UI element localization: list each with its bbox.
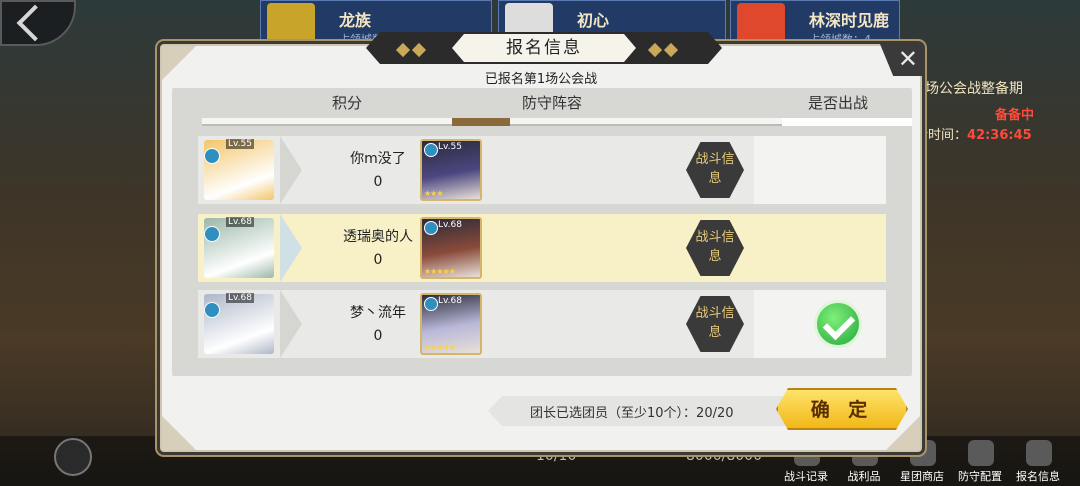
class-icon <box>424 297 438 311</box>
battle-info-label: 战斗信息 <box>695 306 735 340</box>
defense-icon <box>968 440 994 466</box>
battle-info-label: 战斗信息 <box>695 152 735 186</box>
partial-row <box>202 118 912 126</box>
hero-level: Lv.68 <box>438 296 462 306</box>
remaining-time: 余时间：42:36:45 <box>915 128 1032 143</box>
defense-hero[interactable]: Lv.68 ★★★★★ <box>420 293 482 355</box>
menu-item-signup[interactable]: 报名信息 <box>1012 440 1064 486</box>
battle-info-button[interactable]: 战斗信息 <box>686 220 744 276</box>
signup-icon <box>1026 440 1052 466</box>
table-row[interactable]: Lv.68 梦丶流年 0 Lv.68 ★★★★★ 战斗信息 <box>198 290 886 358</box>
battle-info-button[interactable]: 战斗信息 <box>686 142 744 198</box>
member-avatar[interactable]: Lv.68 <box>198 290 280 358</box>
star-rating: ★★★★★ <box>424 267 456 276</box>
war-prep-label: 场公会战整备期 <box>925 81 1023 97</box>
war-status: 备备中 <box>995 108 1035 123</box>
confirm-label: 确 定 <box>810 399 874 421</box>
ornament-icon <box>647 40 690 58</box>
guild-emblem-icon <box>737 3 785 43</box>
guild-card: 林深时见鹿 占领城数：4 <box>730 0 900 46</box>
selected-cell[interactable] <box>754 214 886 282</box>
confirm-button[interactable]: 确 定 <box>776 388 908 430</box>
battle-info-button[interactable]: 战斗信息 <box>686 296 744 352</box>
star-rating: ★★★★★ <box>424 343 456 352</box>
guild-name: 初心 <box>577 11 610 30</box>
guild-emblem-icon <box>267 3 315 43</box>
header-defense: 防守阵容 <box>522 94 583 112</box>
menu-item-defense[interactable]: 防守配置 <box>954 440 1006 486</box>
selected-count-label: 团长已选团员（至少10个）：20/20 <box>530 406 734 421</box>
member-avatar[interactable]: Lv.68 <box>198 214 280 282</box>
member-level: Lv.68 <box>226 217 254 227</box>
chat-icon[interactable] <box>54 438 92 476</box>
check-icon[interactable] <box>814 300 862 348</box>
class-icon <box>204 226 220 242</box>
guild-name: 龙族 <box>339 11 372 30</box>
table-row[interactable]: Lv.68 透瑞奥的人 0 Lv.68 ★★★★★ 战斗信息 <box>198 214 886 282</box>
hero-level: Lv.68 <box>438 220 462 230</box>
ornament-icon <box>395 40 438 58</box>
member-table[interactable]: 积分 防守阵容 是否出战 Lv.55 你m没了 0 Lv.55 ★★★ 战斗信息… <box>172 88 912 376</box>
member-avatar[interactable]: Lv.55 <box>198 136 280 204</box>
class-icon <box>424 221 438 235</box>
hero-level: Lv.55 <box>438 142 462 152</box>
header-selected: 是否出战 <box>808 94 869 112</box>
signup-info-dialog: 报名信息 ✕ 已报名第1场公会战 积分 防守阵容 是否出战 Lv.55 你m没了… <box>160 44 924 452</box>
battle-info-label: 战斗信息 <box>695 230 735 264</box>
header-score: 积分 <box>332 94 363 112</box>
member-level: Lv.55 <box>226 139 254 149</box>
defense-hero[interactable]: Lv.55 ★★★ <box>420 139 482 201</box>
class-icon <box>204 148 220 164</box>
member-level: Lv.68 <box>226 293 254 303</box>
back-arrow-icon <box>16 4 54 42</box>
war-status-panel: 场公会战整备期 备备中 余时间：42:36:45 <box>905 72 1080 152</box>
selected-cell[interactable] <box>754 136 886 204</box>
selected-count-bar: 团长已选团员（至少10个）：20/20 <box>488 396 788 426</box>
guild-name: 林深时见鹿 <box>809 11 890 30</box>
defense-hero[interactable]: Lv.68 ★★★★★ <box>420 217 482 279</box>
class-icon <box>424 143 438 157</box>
dialog-title: 报名信息 <box>452 34 636 62</box>
table-row[interactable]: Lv.55 你m没了 0 Lv.55 ★★★ 战斗信息 <box>198 136 886 204</box>
dialog-subtitle: 已报名第1场公会战 <box>484 72 598 87</box>
star-rating: ★★★ <box>424 189 443 198</box>
back-button[interactable] <box>0 0 76 46</box>
class-icon <box>204 302 220 318</box>
